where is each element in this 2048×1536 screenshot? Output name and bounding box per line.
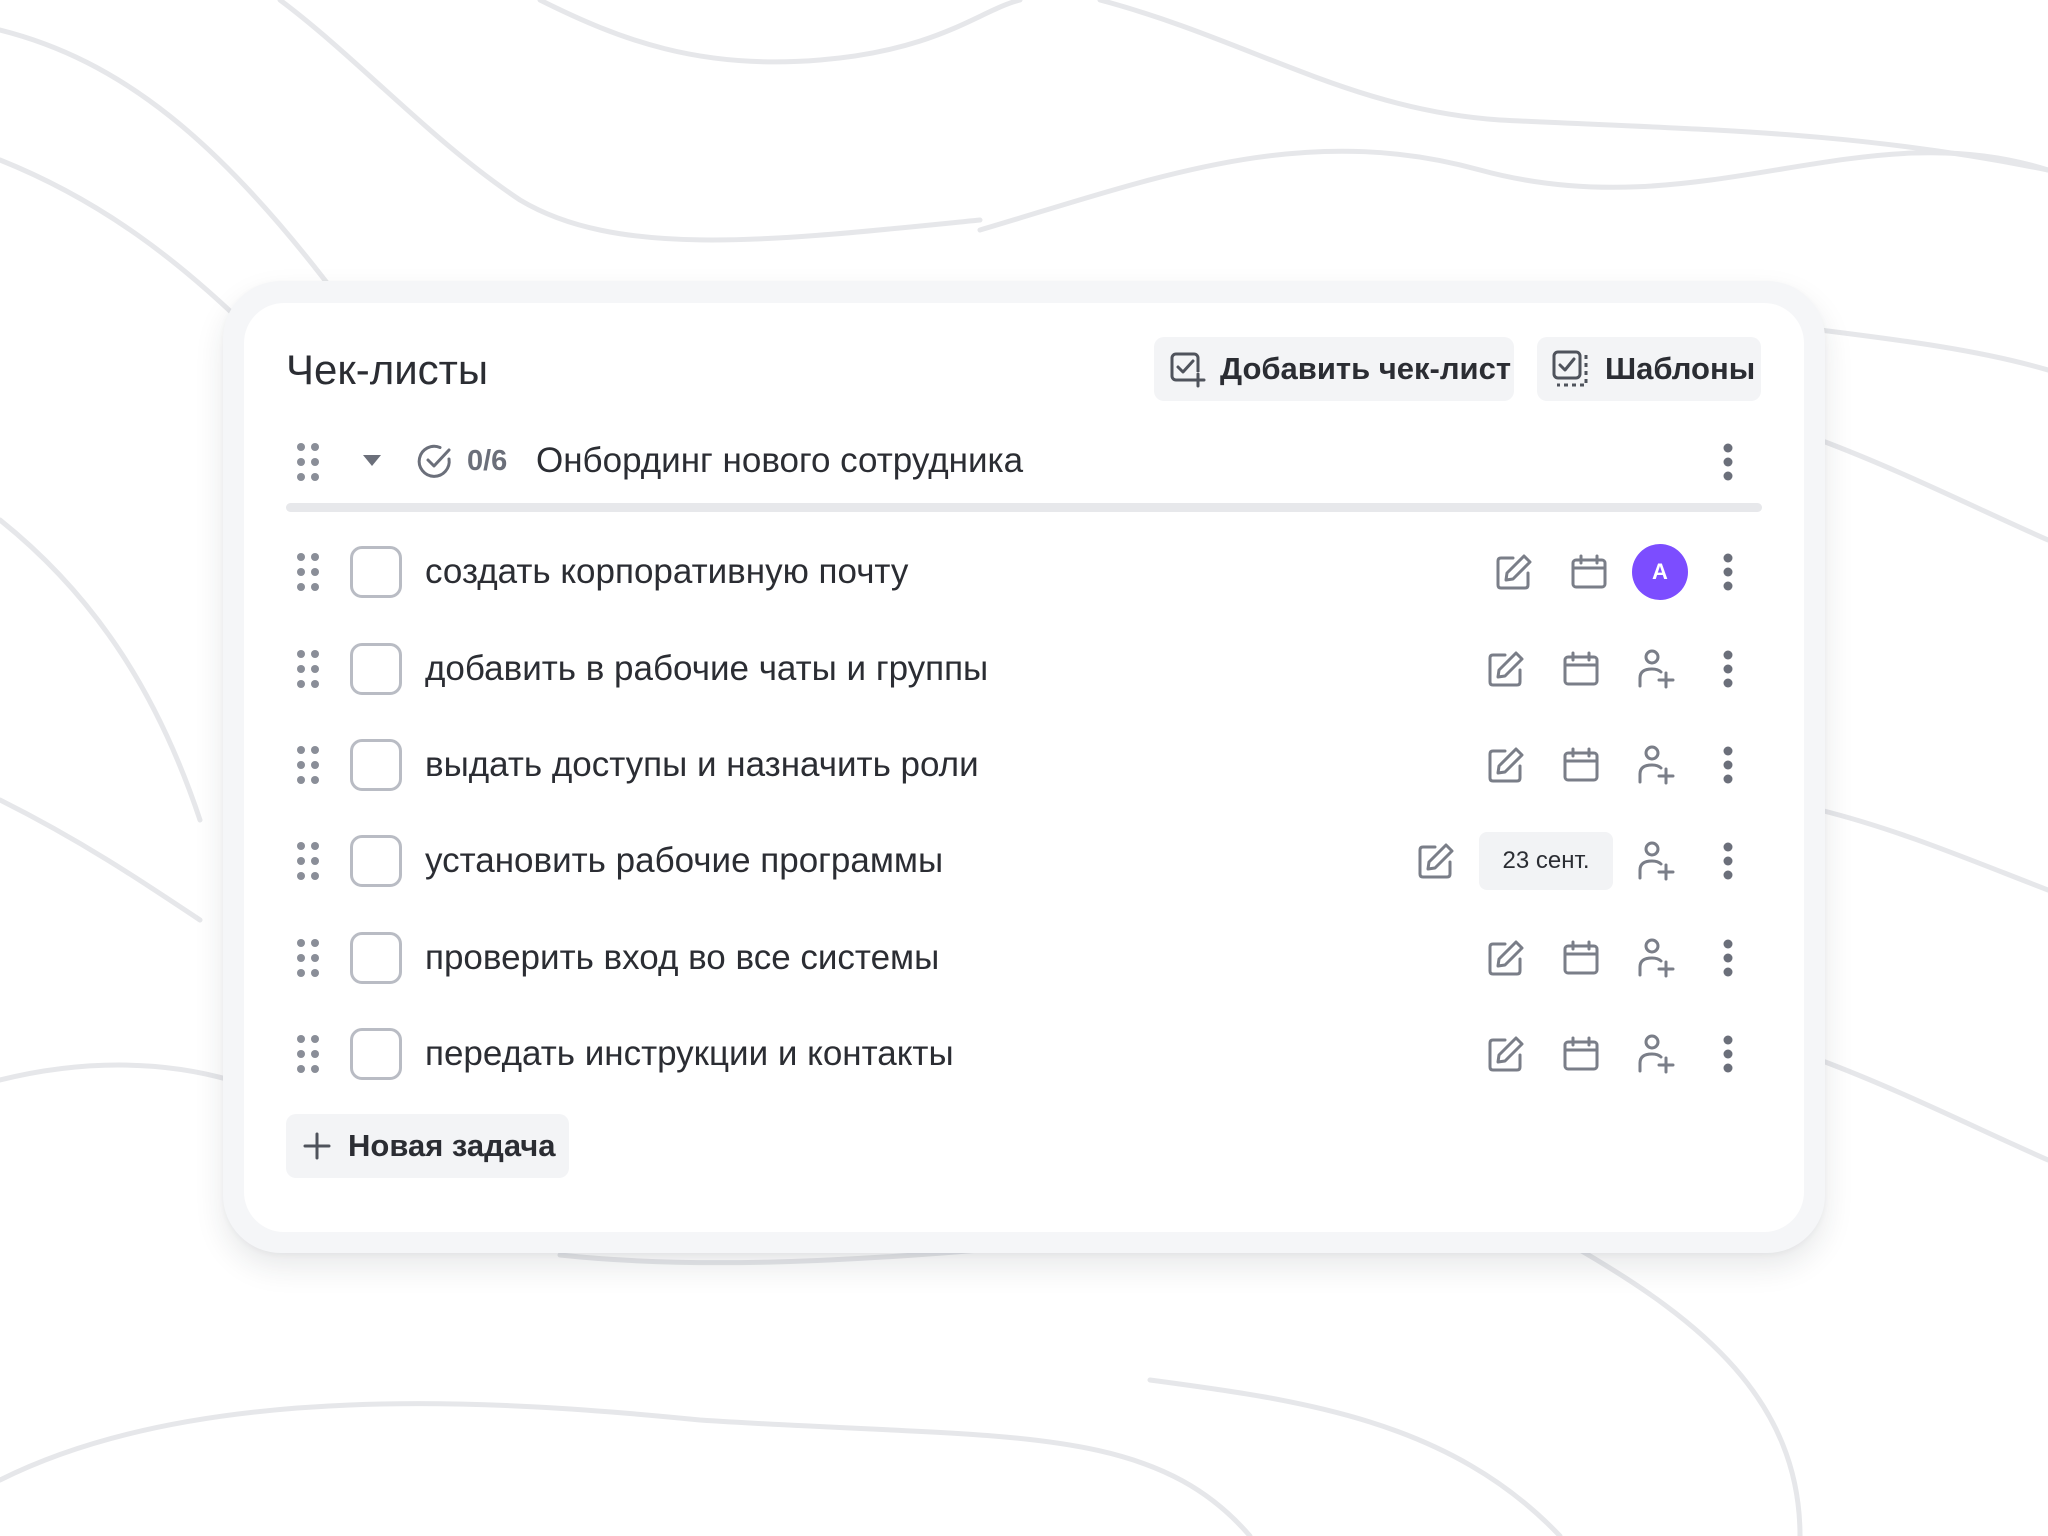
plus-icon [303, 1132, 331, 1160]
calendar-icon[interactable] [1562, 650, 1600, 688]
add-user-icon[interactable] [1636, 840, 1676, 882]
templates-icon [1552, 350, 1588, 387]
pencil-icon[interactable] [1494, 552, 1534, 592]
task-row: добавить в рабочие чаты и группы [286, 633, 1762, 705]
calendar-icon[interactable] [1562, 746, 1600, 784]
pencil-icon[interactable] [1416, 841, 1456, 881]
due-date-chip[interactable]: 23 сент. [1479, 832, 1613, 890]
check-circle-icon [417, 444, 451, 478]
more-vertical-icon[interactable] [1722, 649, 1734, 689]
task-checkbox[interactable] [350, 1028, 402, 1080]
task-text[interactable]: проверить вход во все системы [425, 936, 939, 980]
more-vertical-icon[interactable] [1722, 938, 1734, 978]
calendar-icon[interactable] [1570, 553, 1608, 591]
more-vertical-icon[interactable] [1722, 1034, 1734, 1074]
templates-label: Шаблоны [1605, 351, 1756, 386]
more-vertical-icon[interactable] [1722, 442, 1734, 482]
task-checkbox[interactable] [350, 739, 402, 791]
assignee-avatar[interactable]: А [1632, 544, 1688, 600]
drag-handle-icon[interactable] [296, 745, 320, 785]
drag-handle-icon[interactable] [296, 649, 320, 689]
add-user-icon[interactable] [1636, 1033, 1676, 1075]
task-row: передать инструкции и контакты [286, 1018, 1762, 1090]
add-user-icon[interactable] [1636, 744, 1676, 786]
task-checkbox[interactable] [350, 546, 402, 598]
calendar-icon[interactable] [1562, 939, 1600, 977]
more-vertical-icon[interactable] [1722, 552, 1734, 592]
checklist-header: 0/6 Онбординг нового сотрудника [286, 426, 1762, 496]
checklist-title[interactable]: Онбординг нового сотрудника [536, 440, 1023, 482]
task-row: выдать доступы и назначить роли [286, 729, 1762, 801]
drag-handle-icon[interactable] [296, 442, 320, 482]
drag-handle-icon[interactable] [296, 552, 320, 592]
pencil-icon[interactable] [1486, 649, 1526, 689]
chevron-down-icon[interactable] [361, 452, 383, 468]
task-text[interactable]: добавить в рабочие чаты и группы [425, 647, 988, 691]
add-user-icon[interactable] [1636, 937, 1676, 979]
task-checkbox[interactable] [350, 643, 402, 695]
checklist-progress-bar [286, 503, 1762, 512]
page-title: Чек-листы [286, 346, 489, 393]
more-vertical-icon[interactable] [1722, 745, 1734, 785]
checklist-count: 0/6 [467, 445, 508, 477]
drag-handle-icon[interactable] [296, 1034, 320, 1074]
add-checklist-button[interactable]: Добавить чек-лист [1154, 337, 1514, 401]
new-task-label: Новая задача [348, 1128, 556, 1163]
task-row: создать корпоративную почту А [286, 536, 1762, 608]
task-text[interactable]: выдать доступы и назначить роли [425, 743, 979, 787]
pencil-icon[interactable] [1486, 1034, 1526, 1074]
templates-button[interactable]: Шаблоны [1537, 337, 1761, 401]
drag-handle-icon[interactable] [296, 841, 320, 881]
task-text[interactable]: установить рабочие программы [425, 839, 943, 883]
more-vertical-icon[interactable] [1722, 841, 1734, 881]
task-text[interactable]: передать инструкции и контакты [425, 1032, 954, 1076]
task-row: установить рабочие программы 23 сент. [286, 825, 1762, 897]
pencil-icon[interactable] [1486, 745, 1526, 785]
task-row: проверить вход во все системы [286, 922, 1762, 994]
new-task-button[interactable]: Новая задача [286, 1114, 569, 1178]
task-checkbox[interactable] [350, 835, 402, 887]
task-checkbox[interactable] [350, 932, 402, 984]
add-checklist-icon [1170, 352, 1206, 388]
task-text[interactable]: создать корпоративную почту [425, 550, 908, 594]
calendar-icon[interactable] [1562, 1035, 1600, 1073]
drag-handle-icon[interactable] [296, 938, 320, 978]
add-checklist-label: Добавить чек-лист [1220, 351, 1512, 386]
pencil-icon[interactable] [1486, 938, 1526, 978]
add-user-icon[interactable] [1636, 648, 1676, 690]
